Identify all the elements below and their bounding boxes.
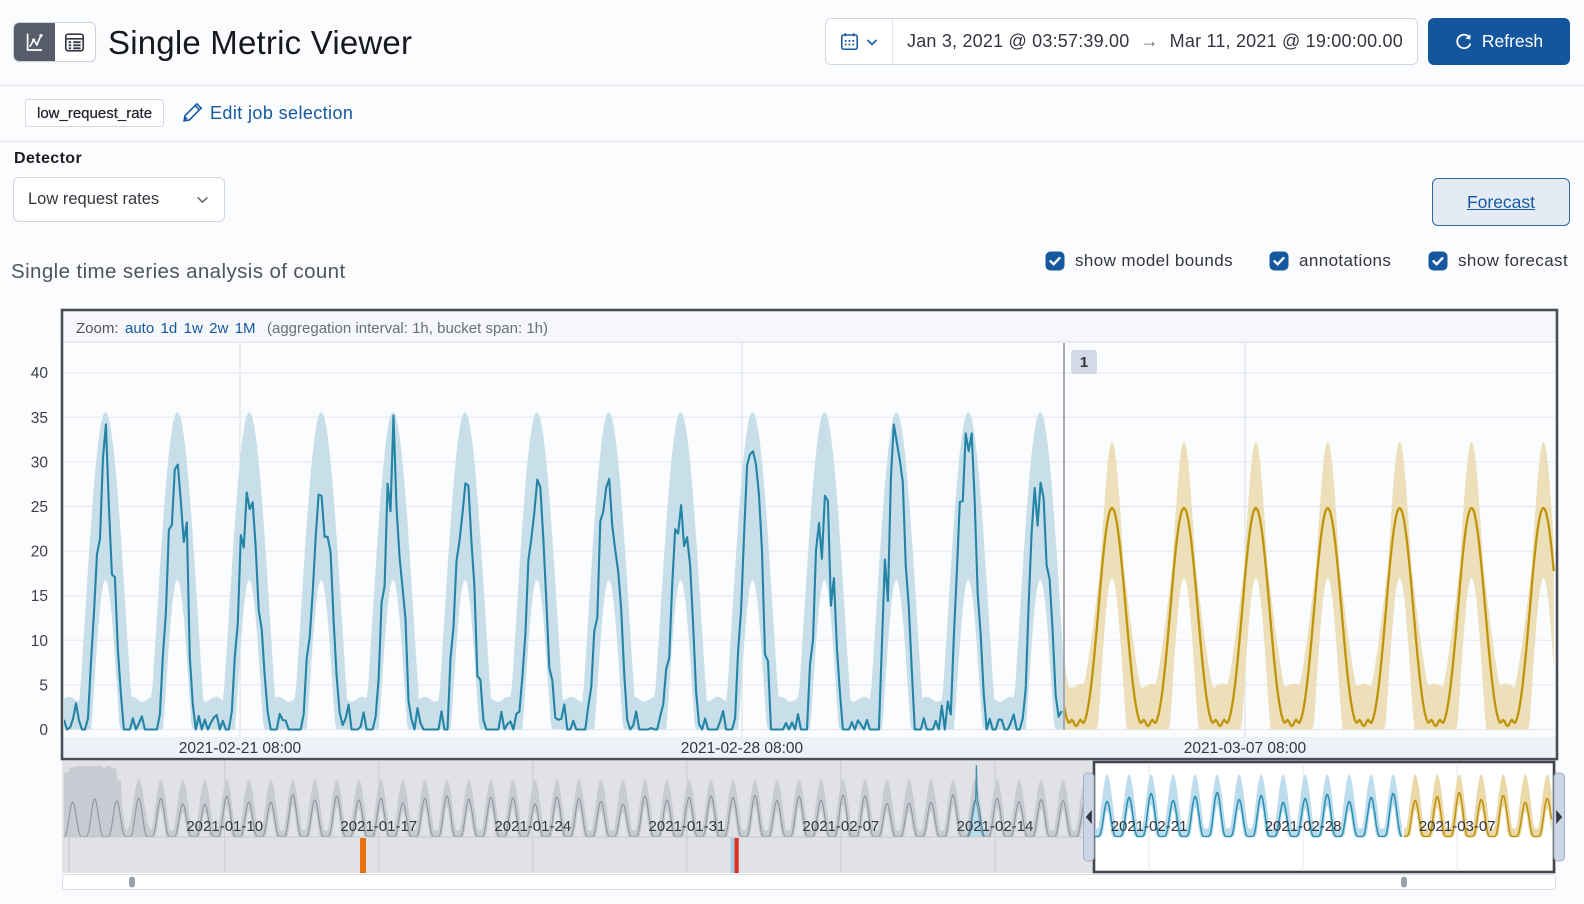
svg-text:5: 5 (39, 677, 48, 694)
svg-text:Zoom:: Zoom: (76, 320, 119, 337)
svg-text:1: 1 (1080, 354, 1088, 371)
svg-text:2021-02-28 08:00: 2021-02-28 08:00 (681, 740, 804, 757)
svg-text:2021-03-07: 2021-03-07 (1419, 818, 1496, 835)
svg-text:20: 20 (31, 544, 49, 561)
svg-text:30: 30 (31, 454, 49, 471)
svg-text:2021-02-21: 2021-02-21 (1111, 818, 1188, 835)
svg-text:0: 0 (39, 722, 48, 739)
svg-text:2021-01-10: 2021-01-10 (186, 818, 263, 835)
svg-text:2021-02-21 08:00: 2021-02-21 08:00 (179, 740, 302, 757)
svg-text:2021-02-07: 2021-02-07 (803, 818, 880, 835)
svg-text:15: 15 (31, 588, 48, 605)
svg-text:2021-01-17: 2021-01-17 (340, 818, 417, 835)
svg-text:10: 10 (31, 633, 49, 650)
svg-text:40: 40 (31, 365, 49, 382)
svg-text:auto 1d 1w 2w 1M: auto 1d 1w 2w 1M (125, 320, 256, 337)
svg-text:2021-02-28: 2021-02-28 (1265, 818, 1342, 835)
svg-text:2021-01-31: 2021-01-31 (649, 818, 726, 835)
svg-text:25: 25 (31, 499, 48, 516)
svg-text:2021-03-07 08:00: 2021-03-07 08:00 (1184, 740, 1307, 757)
svg-text:35: 35 (31, 410, 48, 427)
svg-text:2021-02-14: 2021-02-14 (957, 818, 1034, 835)
svg-text:2021-01-24: 2021-01-24 (494, 818, 571, 835)
svg-text:(aggregation interval: 1h, buc: (aggregation interval: 1h, bucket span: … (267, 320, 548, 337)
